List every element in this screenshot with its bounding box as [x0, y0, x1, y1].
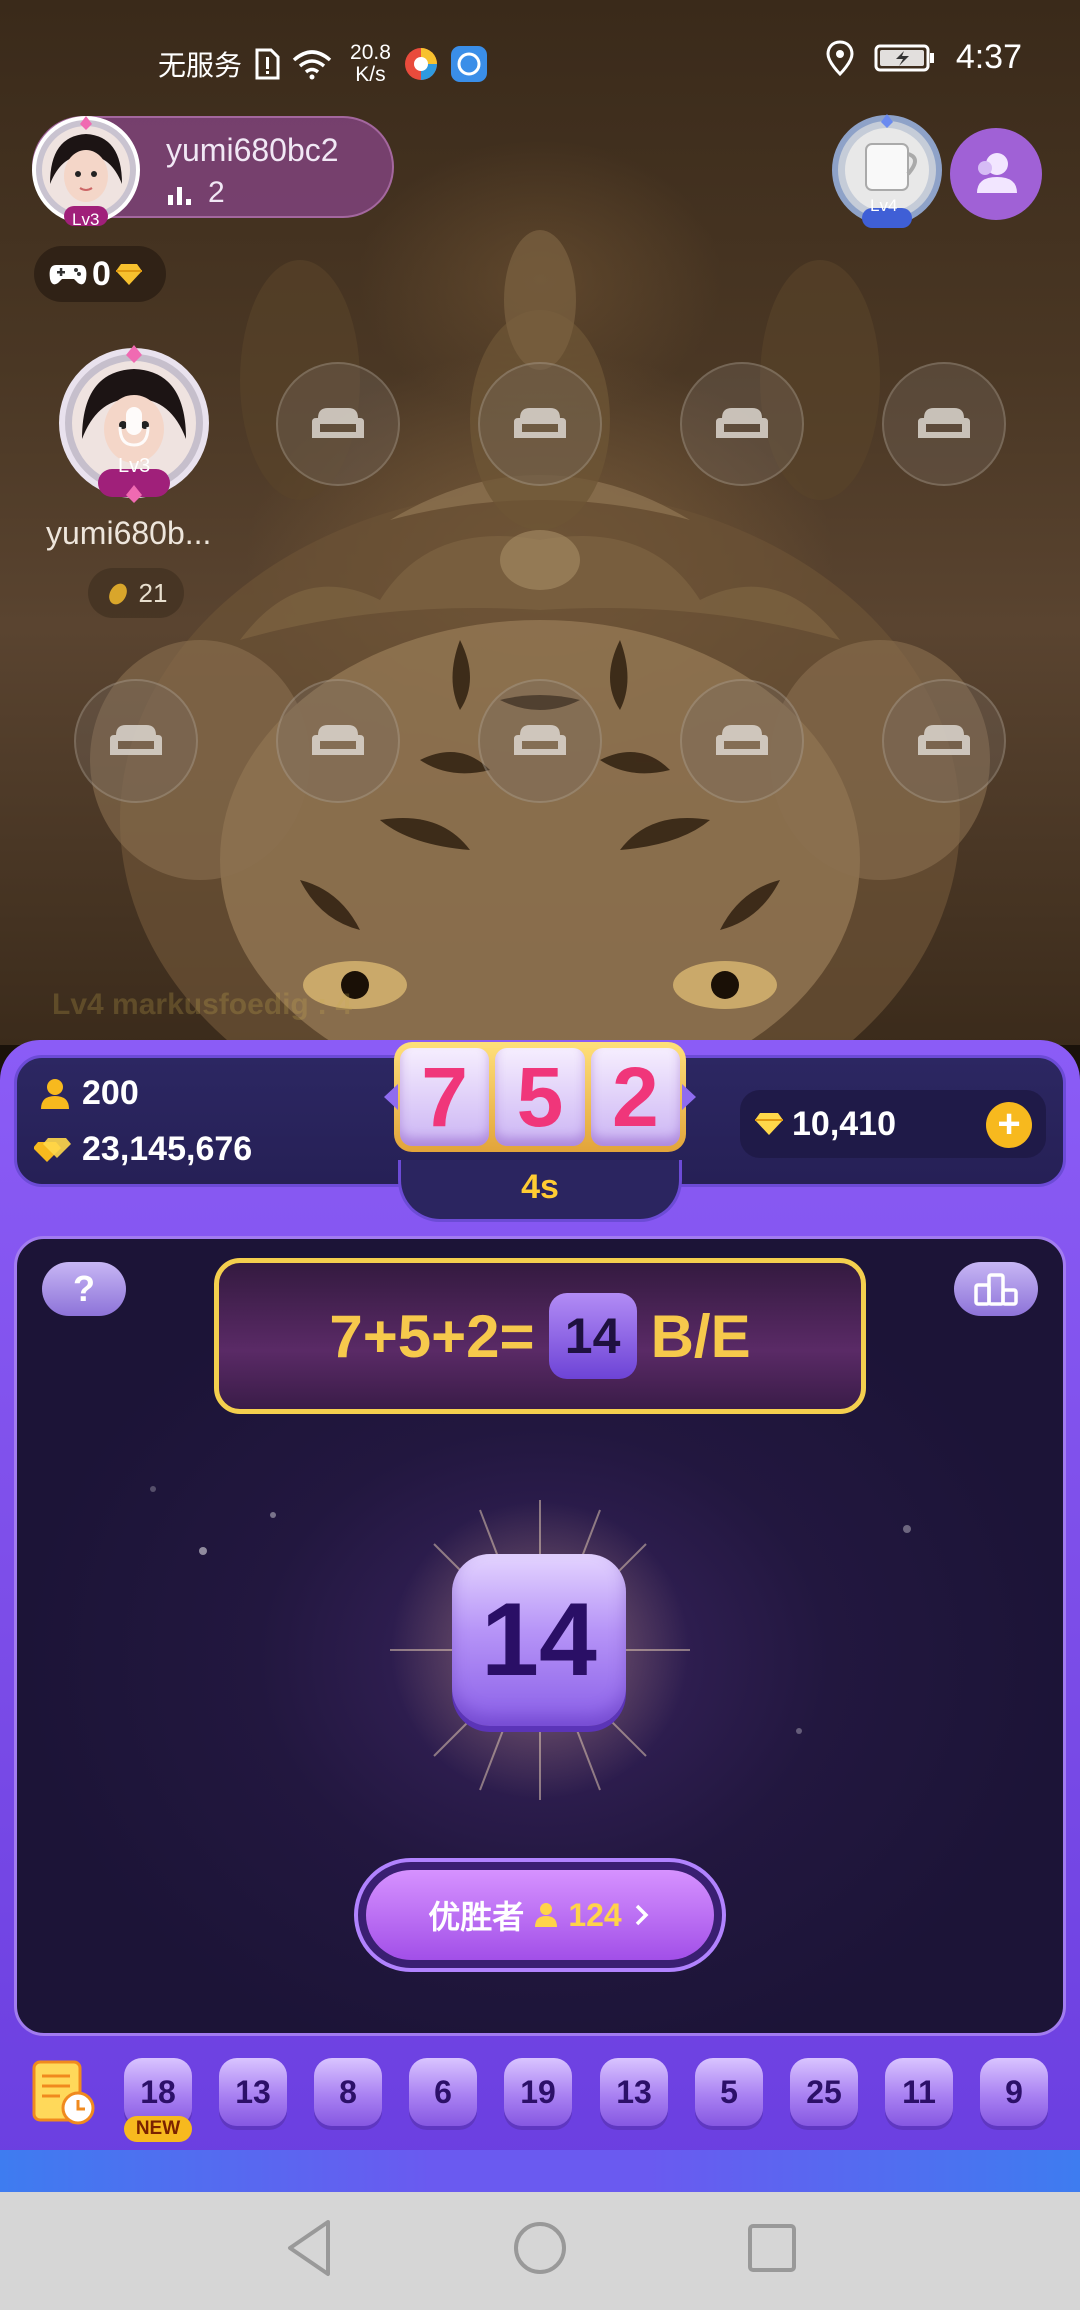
- winners-button[interactable]: 优胜者 124: [354, 1858, 726, 1972]
- empty-seat-4[interactable]: [680, 362, 804, 486]
- battery-charging-icon: [874, 44, 934, 71]
- wifi-icon: [292, 50, 332, 80]
- new-badge: NEW: [124, 2116, 192, 2142]
- diamond-icon: [755, 1113, 783, 1135]
- browser-app-icon: [404, 48, 437, 80]
- game-count: 0: [92, 254, 111, 293]
- app-icon: [450, 46, 487, 82]
- equation-text: 7+5+2=: [329, 1302, 535, 1370]
- gamepad-icon: [49, 265, 87, 285]
- empty-seat-3[interactable]: [478, 362, 602, 486]
- location-icon: [826, 39, 854, 76]
- gold-coins-icon: [34, 1137, 71, 1162]
- host-info-pill[interactable]: Lv3 yumi680bc2 2: [32, 116, 394, 229]
- history-item: 6: [409, 2058, 477, 2126]
- diamond-icon: [115, 264, 142, 285]
- home-icon[interactable]: [510, 2216, 570, 2280]
- system-navigation-bar: [0, 2192, 1080, 2310]
- bar-chart-icon: [168, 187, 191, 205]
- chat-message-faded: Lv4 markusfoedig : 4: [52, 988, 353, 1021]
- sofa-icon: [514, 408, 566, 438]
- seat-1-name: yumi680b...: [46, 515, 212, 551]
- help-button[interactable]: ?: [42, 1262, 126, 1316]
- chevron-right-icon: [635, 1904, 649, 1926]
- host-level-badge: Lv3: [72, 210, 100, 229]
- history-item: 8: [314, 2058, 382, 2126]
- host-fan-count: 2: [208, 176, 225, 209]
- empty-seat-10[interactable]: [882, 679, 1006, 803]
- sofa-icon: [312, 725, 364, 755]
- history-item: 19: [504, 2058, 572, 2126]
- history-item: 9: [980, 2058, 1048, 2126]
- history-item: 13: [219, 2058, 287, 2126]
- user-gold-icon: [41, 1078, 69, 1109]
- history-item: 11: [885, 2058, 953, 2126]
- recharge-plus-button[interactable]: +: [986, 1102, 1032, 1148]
- sofa-icon: [918, 408, 970, 438]
- back-icon[interactable]: [282, 2216, 338, 2280]
- result-number: 14: [452, 1554, 626, 1726]
- sim-alert-icon: [255, 48, 280, 80]
- equation-suffix: B/E: [650, 1302, 751, 1370]
- reel-left-arrow-icon: [384, 1084, 398, 1110]
- sofa-icon: [514, 725, 566, 755]
- empty-seat-2[interactable]: [276, 362, 400, 486]
- players-stat: 200: [38, 1074, 139, 1113]
- slot-reels: 7 5 2: [394, 1042, 686, 1152]
- leaderboard-button[interactable]: [954, 1262, 1038, 1316]
- host-username: yumi680bc2: [166, 132, 339, 168]
- empty-seat-9[interactable]: [680, 679, 804, 803]
- bean-icon: [108, 583, 127, 605]
- gem-balance: 10,410 +: [740, 1090, 1046, 1158]
- equation-banner: 7+5+2= 14 B/E: [214, 1258, 866, 1414]
- history-item: 5: [695, 2058, 763, 2126]
- history-record-icon[interactable]: [28, 2058, 98, 2128]
- net-speed: 20.8 K/s: [350, 41, 391, 86]
- seat-1-coins-chip: 21: [88, 568, 184, 618]
- players-value: 200: [82, 1074, 139, 1112]
- reel-right-arrow-icon: [682, 1084, 696, 1110]
- countdown-timer: 4s: [521, 1168, 559, 1206]
- empty-seat-8[interactable]: [478, 679, 602, 803]
- sofa-icon: [110, 725, 162, 755]
- winners-count: 124: [568, 1896, 622, 1933]
- game-count-chip[interactable]: 0: [34, 246, 166, 302]
- status-bar: 无服务 20.8 K/s 4:37: [0, 0, 1080, 120]
- history-strip-base: [0, 2150, 1080, 2192]
- empty-seat-5[interactable]: [882, 362, 1006, 486]
- sofa-icon: [918, 725, 970, 755]
- seat-1-occupied-avatar[interactable]: [58, 345, 210, 507]
- empty-seat-7[interactable]: [276, 679, 400, 803]
- carrier-text: 无服务: [158, 50, 243, 81]
- history-item: 25: [790, 2058, 858, 2126]
- sofa-icon: [312, 408, 364, 438]
- history-item: 13: [600, 2058, 668, 2126]
- gem-value: 10,410: [792, 1104, 896, 1143]
- podium-icon: [974, 1273, 1018, 1306]
- reel-1: 7: [400, 1048, 490, 1146]
- empty-seat-6[interactable]: [74, 679, 198, 803]
- pool-stat: 23,145,676: [34, 1130, 252, 1169]
- equation-result: 14: [548, 1293, 637, 1379]
- winners-label: 优胜者: [428, 1899, 525, 1935]
- top-user-level: Lv4: [870, 196, 898, 215]
- sofa-icon: [716, 725, 768, 755]
- users-icon: [977, 153, 1017, 193]
- reel-3: 2: [590, 1048, 680, 1146]
- online-users-button[interactable]: [950, 128, 1042, 220]
- reel-2: 5: [495, 1048, 585, 1146]
- seat-1-level: Lv3: [118, 455, 151, 477]
- clock: 4:37: [955, 38, 1022, 76]
- host-fans: 2: [166, 176, 225, 210]
- sofa-icon: [716, 408, 768, 438]
- pool-value: 23,145,676: [82, 1130, 253, 1168]
- seat-1-coins: 21: [138, 577, 168, 608]
- recents-icon[interactable]: [742, 2216, 802, 2280]
- user-gold-icon: [535, 1903, 558, 1927]
